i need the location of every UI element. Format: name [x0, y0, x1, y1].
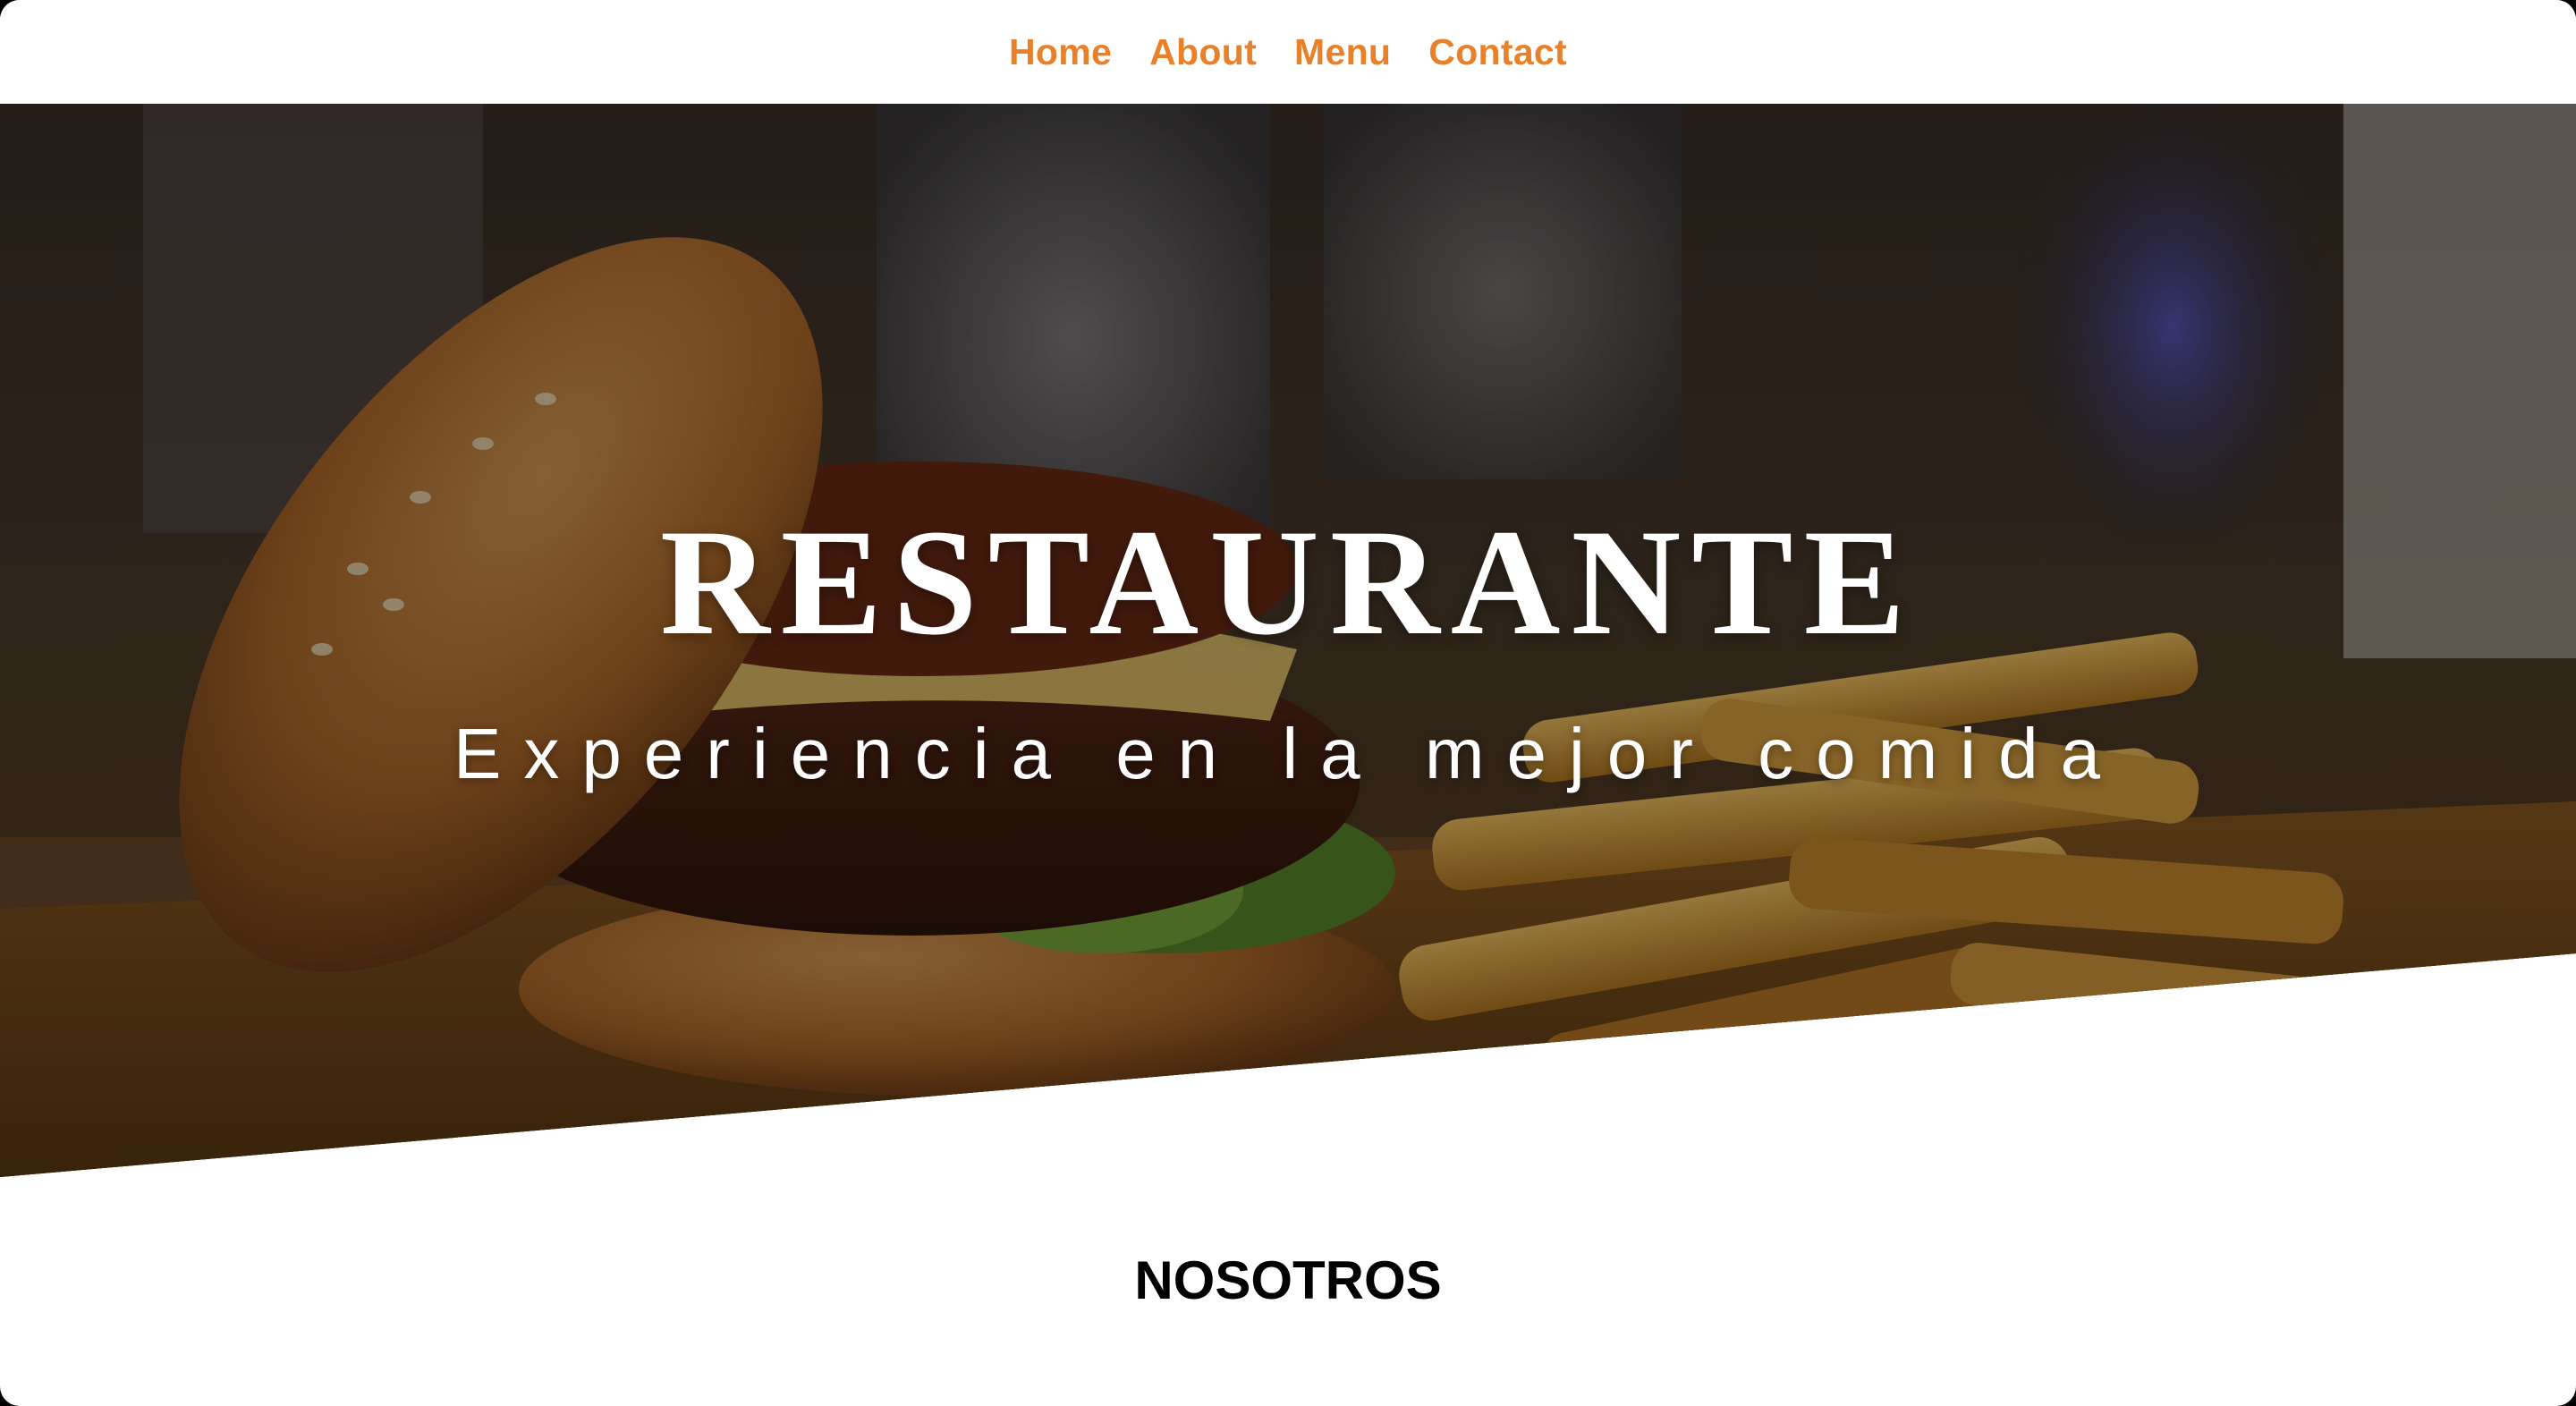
hero-title: RESTAURANTE	[659, 498, 1917, 666]
main-nav: Home About Menu Contact	[0, 0, 2576, 104]
nav-link-menu[interactable]: Menu	[1294, 31, 1391, 73]
nav-link-home[interactable]: Home	[1009, 31, 1112, 73]
hero-section: RESTAURANTE Experiencia en la mejor comi…	[0, 104, 2576, 1177]
hero-subtitle: Experiencia en la mejor comida	[453, 714, 2123, 793]
section-title-nosotros: NOSOTROS	[1134, 1250, 1442, 1310]
nav-link-contact[interactable]: Contact	[1428, 31, 1567, 73]
page: Home About Menu Contact RESTAURANTE Expe…	[0, 0, 2576, 1406]
nav-link-about[interactable]: About	[1149, 31, 1257, 73]
